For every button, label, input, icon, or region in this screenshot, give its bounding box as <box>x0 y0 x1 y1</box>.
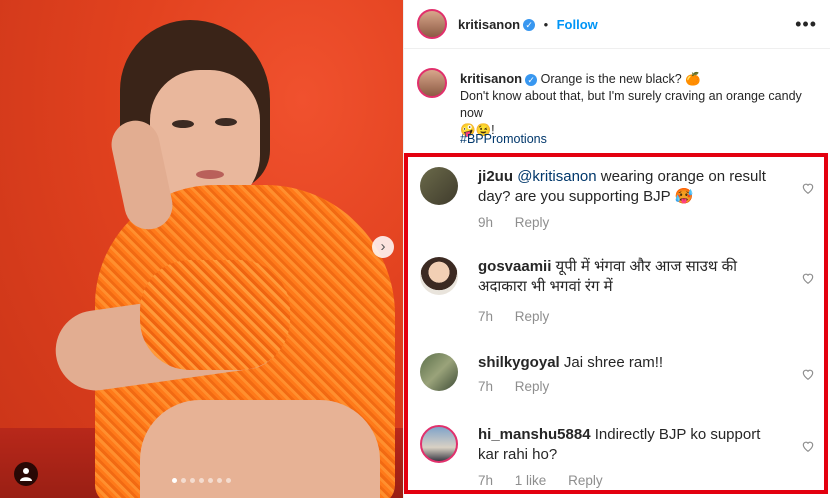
photo-lips <box>196 170 224 179</box>
commenter-avatar[interactable] <box>420 167 458 205</box>
heart-icon[interactable] <box>801 181 815 195</box>
comment-body: Jai shree ram!! <box>563 354 664 371</box>
comment-meta: 7h Reply <box>478 309 567 324</box>
commenter-username[interactable]: hi_manshu5884 <box>478 426 591 443</box>
commenter-username[interactable]: ji2uu <box>478 168 513 185</box>
photo-eye-left <box>172 120 194 128</box>
follow-button[interactable]: Follow <box>557 17 598 32</box>
verified-badge-icon: ✓ <box>523 18 536 31</box>
comment-time: 7h <box>478 379 494 394</box>
comment-meta: 9h Reply <box>478 215 567 230</box>
heart-icon[interactable] <box>801 271 815 285</box>
carousel-dot <box>226 478 231 483</box>
reply-button[interactable]: Reply <box>568 473 603 488</box>
caption-author-avatar[interactable] <box>417 68 447 98</box>
heart-icon[interactable] <box>801 367 815 381</box>
comment-time: 7h <box>478 473 494 488</box>
comment-time: 7h <box>478 309 494 324</box>
next-photo-button[interactable]: › <box>372 236 394 258</box>
commenter-username[interactable]: shilkygoyal <box>478 354 560 371</box>
verified-badge-icon: ✓ <box>525 73 538 86</box>
carousel-dot <box>199 478 204 483</box>
more-options-icon[interactable]: ••• <box>795 14 817 35</box>
comment-text: gosvaamii यूपी में भंगवा और आज साउथ की अ… <box>478 257 778 297</box>
instagram-post-view: › kritisanon ✓ • Follow ••• kritisanon ✓ O… <box>0 0 830 498</box>
commenter-username[interactable]: gosvaamii <box>478 258 551 275</box>
reply-button[interactable]: Reply <box>515 215 550 230</box>
commenter-avatar[interactable] <box>420 257 458 295</box>
carousel-dot <box>217 478 222 483</box>
post-photo[interactable]: › <box>0 0 403 498</box>
post-header: kritisanon ✓ • Follow ••• <box>404 0 830 49</box>
carousel-dot <box>172 478 177 483</box>
comment-item: ji2uu @kritisanon wearing orange on resu… <box>420 167 815 247</box>
commenter-avatar[interactable] <box>420 425 458 463</box>
comment-time: 9h <box>478 215 494 230</box>
carousel-dot <box>181 478 186 483</box>
commenter-avatar[interactable] <box>420 353 458 391</box>
caption-username[interactable]: kritisanon <box>460 71 522 86</box>
comment-likes[interactable]: 1 like <box>515 473 547 488</box>
comment-meta: 7h 1 like Reply <box>478 473 621 488</box>
comment-meta: 7h Reply <box>478 379 567 394</box>
photo-sleeve <box>140 260 290 370</box>
comment-item: shilkygoyal Jai shree ram!! 7h Reply <box>420 353 815 413</box>
post-side-panel: kritisanon ✓ • Follow ••• kritisanon ✓ Ora… <box>403 0 830 498</box>
comment-text: ji2uu @kritisanon wearing orange on resu… <box>478 167 778 207</box>
author-username[interactable]: kritisanon <box>458 17 520 32</box>
comment-text: shilkygoyal Jai shree ram!! <box>478 353 778 373</box>
carousel-dots <box>0 478 403 483</box>
comment-text: hi_manshu5884 Indirectly BJP ko support … <box>478 425 778 465</box>
reply-button[interactable]: Reply <box>515 309 550 324</box>
hashtag-link[interactable]: #BPPromotions <box>460 132 547 146</box>
chevron-right-icon: › <box>380 238 386 255</box>
carousel-dot <box>190 478 195 483</box>
author-avatar[interactable] <box>417 9 447 39</box>
highlighted-comments: ji2uu @kritisanon wearing orange on resu… <box>404 153 828 494</box>
caption-line-1: Orange is the new black? 🍊 <box>540 72 701 86</box>
post-caption: kritisanon ✓ Orange is the new black? 🍊 D… <box>460 70 820 139</box>
photo-eye-right <box>215 118 237 126</box>
comment-item: gosvaamii यूपी में भंगवा और आज साउथ की अ… <box>420 257 815 337</box>
separator-dot: • <box>543 17 549 32</box>
caption-line-2: Don't know about that, but I'm surely cr… <box>460 89 802 120</box>
comment-mention[interactable]: @kritisanon <box>517 168 596 185</box>
heart-icon[interactable] <box>801 439 815 453</box>
header-user-row: kritisanon ✓ • Follow <box>458 16 598 34</box>
comment-item: hi_manshu5884 Indirectly BJP ko support … <box>420 425 815 495</box>
photo-leg <box>140 400 380 498</box>
carousel-dot <box>208 478 213 483</box>
reply-button[interactable]: Reply <box>515 379 550 394</box>
